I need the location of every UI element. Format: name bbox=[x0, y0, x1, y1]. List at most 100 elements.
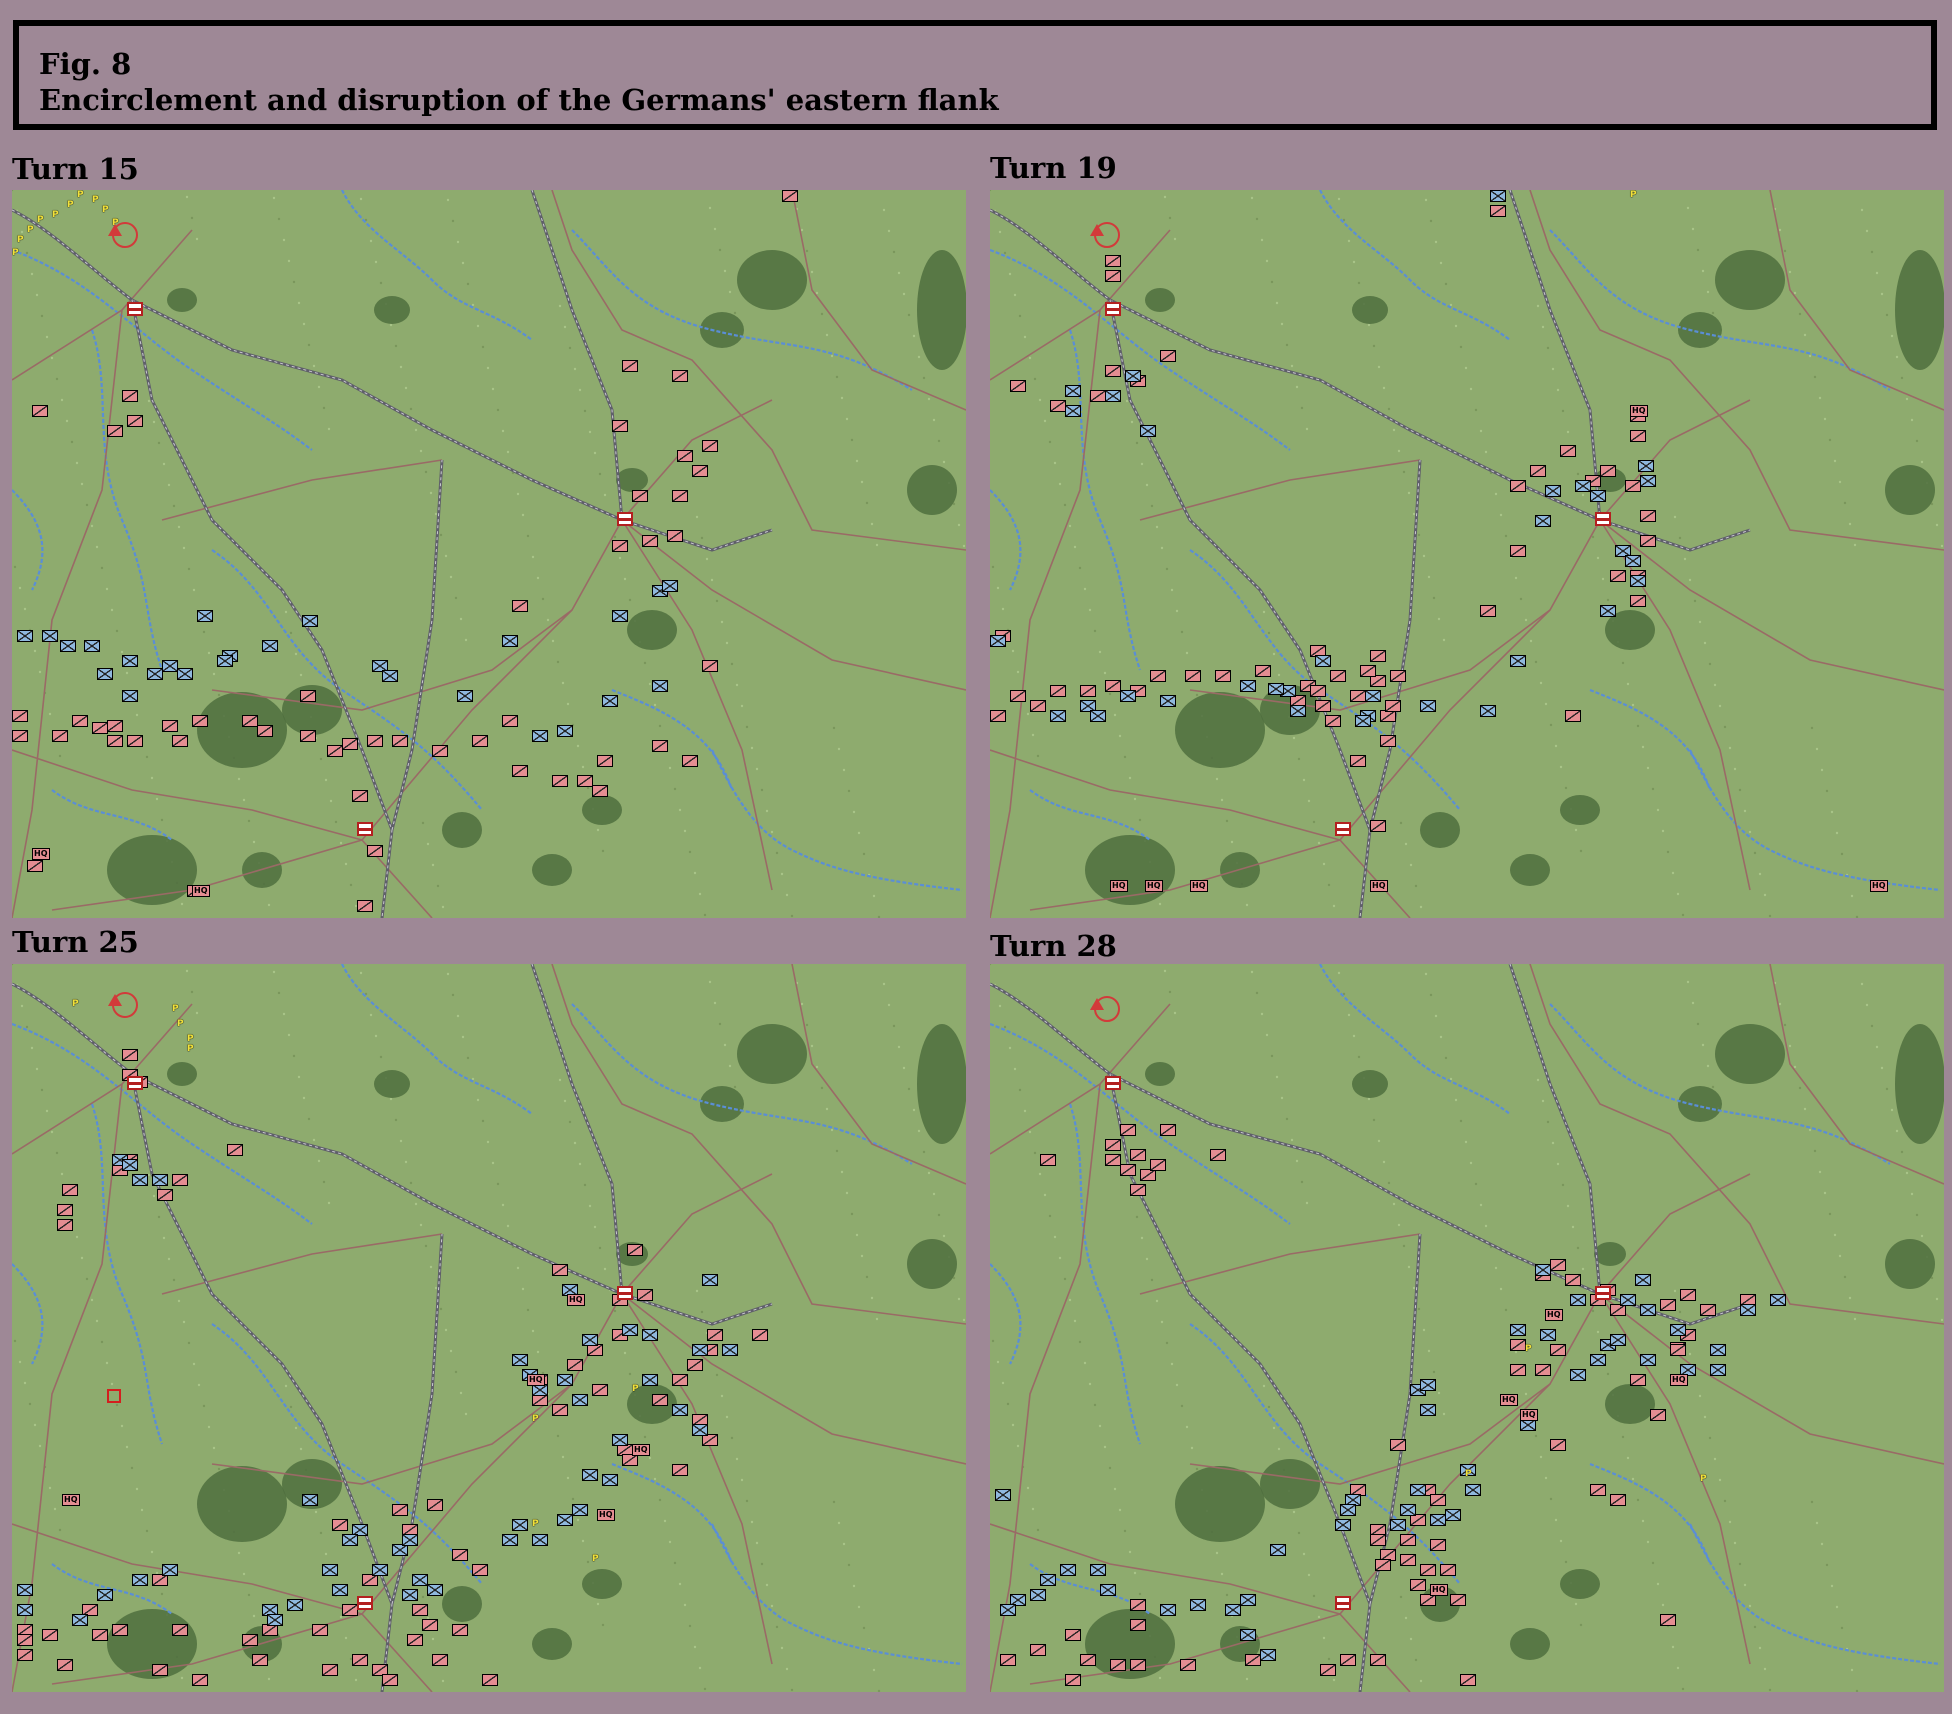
city-marker[interactable] bbox=[1595, 1286, 1611, 1300]
axis-unit-counter[interactable] bbox=[782, 190, 798, 202]
soviet-unit-counter[interactable] bbox=[302, 615, 318, 627]
axis-unit-counter[interactable] bbox=[12, 710, 28, 722]
axis-unit-counter[interactable] bbox=[162, 720, 178, 732]
soviet-unit-counter[interactable] bbox=[652, 680, 668, 692]
soviet-unit-counter[interactable] bbox=[1570, 1369, 1586, 1381]
soviet-unit-counter[interactable] bbox=[1355, 715, 1371, 727]
axis-unit-counter[interactable] bbox=[1450, 1594, 1466, 1606]
map-turn-15[interactable]: HQ HQ P P P P P P P P P P bbox=[12, 190, 966, 918]
soviet-unit-counter[interactable] bbox=[1240, 1594, 1256, 1606]
axis-unit-counter[interactable] bbox=[1120, 1124, 1136, 1136]
hq-unit-counter[interactable]: HQ bbox=[32, 848, 50, 860]
soviet-unit-counter[interactable] bbox=[1100, 1584, 1116, 1596]
axis-unit-counter[interactable] bbox=[1010, 690, 1026, 702]
soviet-unit-counter[interactable] bbox=[197, 610, 213, 622]
axis-unit-counter[interactable] bbox=[17, 1649, 33, 1661]
soviet-unit-counter[interactable] bbox=[502, 635, 518, 647]
soviet-unit-counter[interactable] bbox=[60, 640, 76, 652]
soviet-unit-counter[interactable] bbox=[557, 725, 573, 737]
supply-marker[interactable]: P bbox=[1525, 1344, 1532, 1354]
axis-unit-counter[interactable] bbox=[57, 1204, 73, 1216]
supply-marker[interactable]: P bbox=[532, 1414, 539, 1424]
axis-unit-counter[interactable] bbox=[1080, 1654, 1096, 1666]
axis-unit-counter[interactable] bbox=[637, 1289, 653, 1301]
axis-unit-counter[interactable] bbox=[1105, 365, 1121, 377]
supply-marker[interactable]: P bbox=[1700, 1474, 1707, 1484]
axis-unit-counter[interactable] bbox=[1565, 710, 1581, 722]
city-marker[interactable] bbox=[1595, 512, 1611, 526]
soviet-unit-counter[interactable] bbox=[1490, 190, 1506, 202]
hq-unit-counter[interactable]: HQ bbox=[192, 885, 210, 897]
axis-unit-counter[interactable] bbox=[612, 420, 628, 432]
soviet-unit-counter[interactable] bbox=[1430, 1514, 1446, 1526]
axis-unit-counter[interactable] bbox=[122, 390, 138, 402]
city-marker[interactable] bbox=[1335, 1596, 1351, 1610]
soviet-unit-counter[interactable] bbox=[1400, 1504, 1416, 1516]
axis-unit-counter[interactable] bbox=[1160, 350, 1176, 362]
supply-marker[interactable]: P bbox=[102, 205, 109, 215]
axis-unit-counter[interactable] bbox=[172, 1174, 188, 1186]
axis-unit-counter[interactable] bbox=[1360, 665, 1376, 677]
soviet-unit-counter[interactable] bbox=[602, 1474, 618, 1486]
soviet-unit-counter[interactable] bbox=[532, 1534, 548, 1546]
axis-unit-counter[interactable] bbox=[312, 1624, 328, 1636]
axis-unit-counter[interactable] bbox=[1650, 1409, 1666, 1421]
soviet-unit-counter[interactable] bbox=[287, 1599, 303, 1611]
soviet-unit-counter[interactable] bbox=[1590, 1354, 1606, 1366]
soviet-unit-counter[interactable] bbox=[582, 1469, 598, 1481]
axis-unit-counter[interactable] bbox=[512, 765, 528, 777]
axis-unit-counter[interactable] bbox=[1105, 1154, 1121, 1166]
axis-unit-counter[interactable] bbox=[1105, 1139, 1121, 1151]
axis-unit-counter[interactable] bbox=[1510, 480, 1526, 492]
hq-unit-counter[interactable]: HQ bbox=[1670, 1374, 1688, 1386]
axis-unit-counter[interactable] bbox=[1550, 1344, 1566, 1356]
soviet-unit-counter[interactable] bbox=[557, 1514, 573, 1526]
supply-marker[interactable]: P bbox=[37, 215, 44, 225]
supply-marker[interactable]: P bbox=[592, 1554, 599, 1564]
axis-unit-counter[interactable] bbox=[157, 1189, 173, 1201]
axis-unit-counter[interactable] bbox=[352, 790, 368, 802]
axis-unit-counter[interactable] bbox=[112, 1624, 128, 1636]
hq-unit-counter[interactable]: HQ bbox=[632, 1444, 650, 1456]
supply-marker[interactable]: P bbox=[172, 1004, 179, 1014]
axis-unit-counter[interactable] bbox=[107, 720, 123, 732]
axis-unit-counter[interactable] bbox=[1660, 1614, 1676, 1626]
soviet-unit-counter[interactable] bbox=[1365, 690, 1381, 702]
soviet-unit-counter[interactable] bbox=[17, 630, 33, 642]
soviet-unit-counter[interactable] bbox=[1740, 1304, 1756, 1316]
axis-unit-counter[interactable] bbox=[357, 900, 373, 912]
axis-unit-counter[interactable] bbox=[1130, 1599, 1146, 1611]
city-marker[interactable] bbox=[1105, 1076, 1121, 1090]
axis-unit-counter[interactable] bbox=[1680, 1289, 1696, 1301]
axis-unit-counter[interactable] bbox=[597, 755, 613, 767]
axis-unit-counter[interactable] bbox=[1550, 1439, 1566, 1451]
axis-unit-counter[interactable] bbox=[1030, 1644, 1046, 1656]
supply-marker[interactable]: P bbox=[17, 235, 24, 245]
axis-unit-counter[interactable] bbox=[1350, 755, 1366, 767]
axis-unit-counter[interactable] bbox=[1105, 680, 1121, 692]
soviet-unit-counter[interactable] bbox=[1535, 1264, 1551, 1276]
soviet-unit-counter[interactable] bbox=[122, 1159, 138, 1171]
soviet-unit-counter[interactable] bbox=[1770, 1294, 1786, 1306]
soviet-unit-counter[interactable] bbox=[1240, 680, 1256, 692]
axis-unit-counter[interactable] bbox=[652, 740, 668, 752]
axis-unit-counter[interactable] bbox=[1390, 670, 1406, 682]
axis-unit-counter[interactable] bbox=[672, 490, 688, 502]
city-marker[interactable] bbox=[357, 822, 373, 836]
city-marker[interactable] bbox=[617, 1286, 633, 1300]
axis-unit-counter[interactable] bbox=[1105, 255, 1121, 267]
axis-unit-counter[interactable] bbox=[432, 1654, 448, 1666]
city-marker[interactable] bbox=[127, 1076, 143, 1090]
axis-unit-counter[interactable] bbox=[127, 735, 143, 747]
axis-unit-counter[interactable] bbox=[1130, 1149, 1146, 1161]
axis-unit-counter[interactable] bbox=[667, 530, 683, 542]
axis-unit-counter[interactable] bbox=[577, 775, 593, 787]
soviet-unit-counter[interactable] bbox=[1160, 1604, 1176, 1616]
soviet-unit-counter[interactable] bbox=[532, 730, 548, 742]
axis-unit-counter[interactable] bbox=[300, 730, 316, 742]
supply-marker[interactable]: P bbox=[12, 248, 19, 258]
hq-unit-counter[interactable]: HQ bbox=[597, 1509, 615, 1521]
soviet-unit-counter[interactable] bbox=[662, 580, 678, 592]
axis-unit-counter[interactable] bbox=[1315, 700, 1331, 712]
soviet-unit-counter[interactable] bbox=[512, 1519, 528, 1531]
